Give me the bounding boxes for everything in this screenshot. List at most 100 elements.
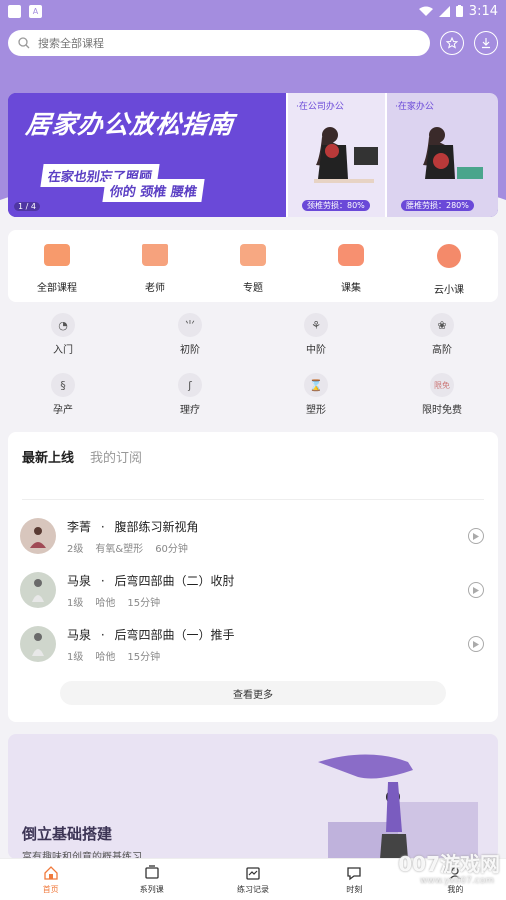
course-type: 哈他 [95, 652, 116, 663]
handstand-illustration [318, 754, 478, 859]
level-label: 入门 [53, 345, 73, 356]
course-level: 1级 [67, 652, 84, 663]
category-label: 云小课 [434, 285, 464, 296]
course-name: 后弯四部曲（二）收肘 [114, 574, 235, 588]
course-row[interactable]: 李菁 · 腹部练习新视角 2级 有氧&塑形 60分钟 [20, 518, 490, 562]
downloads-button[interactable] [474, 31, 498, 55]
signal-icon [438, 5, 450, 17]
level-shaping[interactable]: ⌛ 塑形 [286, 373, 346, 416]
level-advanced[interactable]: ❀ 高阶 [412, 313, 472, 356]
banner-home-panel: ·在家办公 腰椎劳损：280% [385, 93, 498, 217]
level-beginner[interactable]: ◔ 入门 [33, 313, 93, 356]
course-name: 腹部练习新视角 [114, 520, 199, 534]
level-pregnancy[interactable]: § 孕产 [33, 373, 93, 416]
star-icon [446, 37, 459, 49]
office-worker-illustration [314, 127, 378, 183]
nav-series[interactable]: 系列课 [101, 859, 202, 900]
course-separator: · [100, 628, 105, 642]
course-separator: · [100, 574, 105, 588]
nav-label: 练习记录 [237, 885, 269, 894]
course-list-card: 最新上线 我的订阅 李菁 · 腹部练习新视角 2级 有氧&塑形 60分钟 马泉 … [8, 432, 498, 722]
nav-label: 时刻 [346, 885, 363, 894]
play-icon [473, 532, 479, 540]
nav-label: 系列课 [139, 885, 164, 894]
category-label: 全部课程 [37, 283, 77, 294]
banner-tag-2-waist: 腰椎 [169, 185, 198, 200]
course-teacher: 马泉 [67, 574, 92, 588]
level-label: 理疗 [180, 405, 200, 416]
home-worker-illustration [423, 127, 483, 179]
course-teacher: 马泉 [67, 628, 92, 642]
nav-records[interactable]: 练习记录 [202, 859, 303, 900]
panel-home-percent: 腰椎劳损：280% [401, 200, 474, 211]
intermediate-icon: ⚘ [304, 313, 328, 337]
play-button[interactable] [468, 582, 484, 598]
category-topic[interactable]: 专题 [204, 230, 302, 302]
series-icon [145, 865, 159, 879]
promo-card[interactable]: 倒立基础搭建 富有趣味和创意的概基练习 [8, 734, 498, 859]
category-card: 全部课程 老师 专题 课集 云小课 [8, 230, 498, 302]
teacher-avatar [20, 518, 56, 554]
category-label: 专题 [243, 283, 263, 294]
level-elementary[interactable]: ⺌ 初阶 [160, 313, 220, 356]
level-label: 中阶 [306, 345, 326, 356]
shaping-icon: ⌛ [304, 373, 328, 397]
nav-moments[interactable]: 时刻 [304, 859, 405, 900]
level-label: 初阶 [180, 345, 200, 356]
favorites-button[interactable] [440, 31, 465, 55]
level-free[interactable]: 限免 限时免费 [412, 373, 472, 416]
search-bar[interactable] [8, 30, 431, 56]
tab-subscriptions[interactable]: 我的订阅 [90, 447, 142, 466]
teacher-icon [142, 244, 168, 266]
tab-latest[interactable]: 最新上线 [22, 447, 75, 467]
record-icon [246, 867, 260, 880]
collection-icon [338, 244, 364, 266]
course-meta: 1级 哈他 15分钟 [67, 648, 160, 663]
course-name: 后弯四部曲（一）推手 [114, 628, 235, 642]
category-label: 课集 [341, 283, 361, 294]
nav-home[interactable]: 首页 [0, 859, 101, 900]
search-row [8, 30, 498, 56]
wifi-icon [418, 6, 433, 16]
free-icon: 限免 [430, 373, 454, 397]
watermark-url: www.yx007.com [419, 876, 494, 886]
banner-title: 居家办公放松指南 [24, 110, 236, 139]
see-more-button[interactable]: 查看更多 [60, 681, 446, 705]
level-intermediate[interactable]: ⚘ 中阶 [286, 313, 346, 356]
course-level: 2级 [67, 544, 84, 555]
search-input[interactable] [38, 36, 398, 50]
play-button[interactable] [468, 528, 484, 544]
promo-banner[interactable]: 居家办公放松指南 在家也别忘了照顾 你的 颈椎 腰椎 1 / 4 ·在公司办公 … [8, 93, 498, 217]
banner-text-area: 居家办公放松指南 在家也别忘了照顾 你的 颈椎 腰椎 1 / 4 [8, 93, 286, 217]
course-level: 1级 [67, 598, 84, 609]
category-all-courses[interactable]: 全部课程 [8, 230, 106, 302]
teacher-avatar [20, 626, 56, 662]
course-title: 李菁 · 腹部练习新视角 [67, 518, 199, 535]
banner-office-panel: ·在公司办公 颈椎劳损：80% [286, 93, 385, 217]
banner-tag-2-neck: 颈椎 [139, 185, 168, 200]
download-icon [482, 38, 491, 49]
play-button[interactable] [468, 636, 484, 652]
search-icon [18, 37, 30, 49]
category-collection[interactable]: 课集 [302, 230, 400, 302]
course-meta: 2级 有氧&塑形 60分钟 [67, 540, 188, 555]
course-row[interactable]: 马泉 · 后弯四部曲（二）收肘 1级 哈他 15分钟 [20, 572, 490, 616]
course-title: 马泉 · 后弯四部曲（二）收肘 [67, 572, 235, 589]
level-therapy[interactable]: ʃ 理疗 [160, 373, 220, 416]
category-cloud-class[interactable]: 云小课 [400, 230, 498, 302]
therapy-icon: ʃ [178, 373, 202, 397]
play-icon [473, 640, 479, 648]
cloud-class-icon [437, 244, 461, 268]
promo-title: 倒立基础搭建 [22, 825, 113, 843]
battery-icon [455, 5, 463, 17]
status-bar: A 3:14 [0, 0, 506, 22]
elementary-icon: ⺌ [178, 313, 202, 337]
course-row[interactable]: 马泉 · 后弯四部曲（一）推手 1级 哈他 15分钟 [20, 626, 490, 670]
course-duration: 15分钟 [127, 598, 161, 609]
category-teacher[interactable]: 老师 [106, 230, 204, 302]
level-label: 塑形 [306, 405, 326, 416]
teacher-avatar [20, 572, 56, 608]
play-icon [473, 586, 479, 594]
banner-page-indicator: 1 / 4 [14, 202, 40, 211]
level-label: 高阶 [432, 345, 452, 356]
